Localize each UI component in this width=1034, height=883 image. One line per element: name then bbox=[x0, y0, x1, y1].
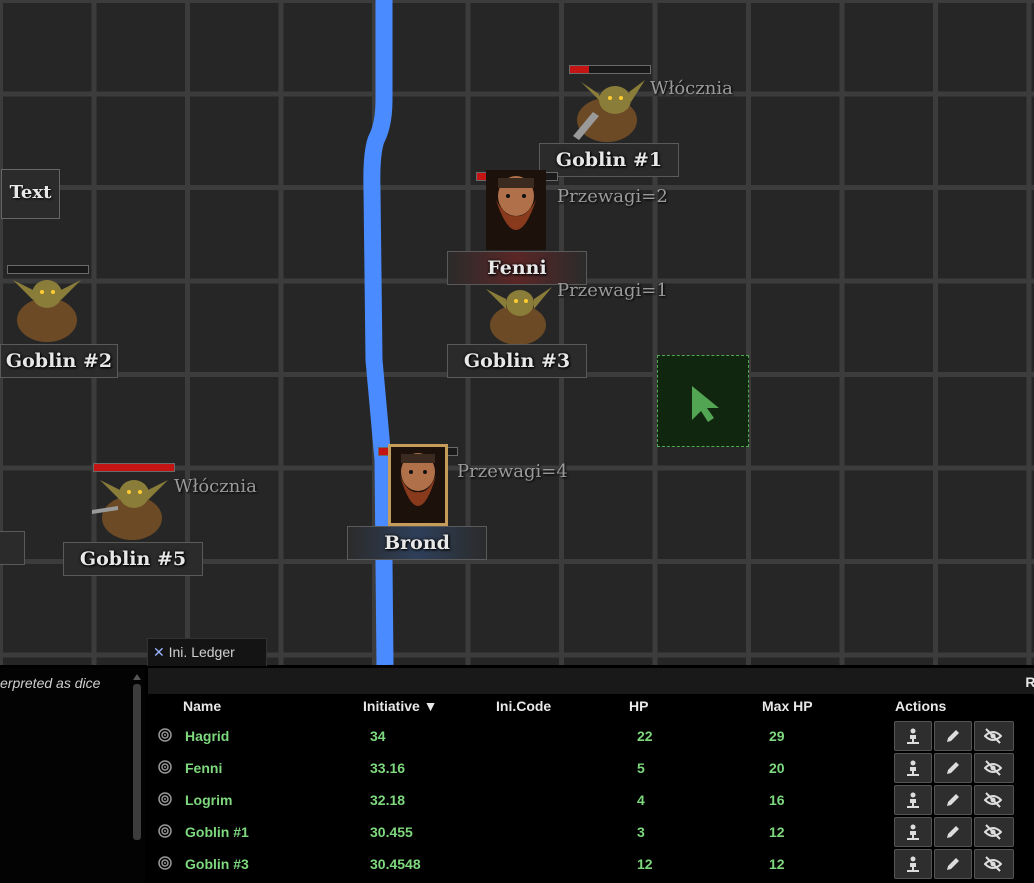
table-row[interactable]: Goblin #3 30.4548 12 12 bbox=[148, 848, 1034, 880]
cell-max-hp[interactable]: 20 bbox=[769, 760, 785, 776]
select-token-button[interactable] bbox=[894, 849, 932, 879]
cell-name[interactable]: Goblin #3 bbox=[185, 856, 249, 872]
header-name[interactable]: Name bbox=[183, 698, 221, 714]
target-icon[interactable] bbox=[158, 856, 172, 870]
header-hp[interactable]: HP bbox=[629, 698, 648, 714]
token-nameplate: Goblin #3 bbox=[447, 344, 587, 378]
edit-button[interactable] bbox=[934, 785, 972, 815]
cell-hp[interactable]: 3 bbox=[637, 824, 645, 840]
token-tag: Przewagi=4 bbox=[457, 461, 568, 482]
edit-button[interactable] bbox=[934, 849, 972, 879]
cell-hp[interactable]: 12 bbox=[637, 856, 653, 872]
cell-name[interactable]: Goblin #1 bbox=[185, 824, 249, 840]
select-token-button[interactable] bbox=[894, 721, 932, 751]
cell-initiative[interactable]: 33.16 bbox=[370, 760, 405, 776]
goblin-portrait-icon bbox=[486, 287, 552, 345]
table-row[interactable]: Goblin #1 30.455 3 12 bbox=[148, 816, 1034, 848]
token-tag: Przewagi=2 bbox=[557, 186, 668, 207]
toolbar-label[interactable]: Ro bbox=[1025, 674, 1034, 690]
select-token-button[interactable] bbox=[894, 753, 932, 783]
offscreen-nameplate[interactable] bbox=[0, 531, 25, 565]
cell-name[interactable]: Fenni bbox=[185, 760, 222, 776]
edit-button[interactable] bbox=[934, 817, 972, 847]
initiative-ledger: Ro Name Initiative ▼ Ini.Code HP Max HP … bbox=[148, 668, 1034, 883]
cell-max-hp[interactable]: 16 bbox=[769, 792, 785, 808]
goblin-portrait-icon bbox=[92, 480, 168, 540]
edit-button[interactable] bbox=[934, 753, 972, 783]
cell-initiative[interactable]: 30.4548 bbox=[370, 856, 421, 872]
cell-initiative[interactable]: 32.18 bbox=[370, 792, 405, 808]
hide-button[interactable] bbox=[974, 849, 1014, 879]
token-nameplate: Goblin #1 bbox=[539, 143, 679, 177]
dwarf-portrait-icon bbox=[486, 170, 546, 250]
select-token-button[interactable] bbox=[894, 785, 932, 815]
token-tag: Przewagi=1 bbox=[557, 280, 668, 301]
cell-hp[interactable]: 5 bbox=[637, 760, 645, 776]
cell-max-hp[interactable]: 12 bbox=[769, 824, 785, 840]
chat-panel[interactable]: erpreted as dice bbox=[0, 668, 145, 883]
cell-name[interactable]: Hagrid bbox=[185, 728, 229, 744]
tab-ini-ledger[interactable]: ✕ Ini. Ledger bbox=[147, 638, 267, 666]
token-tag: Włócznia bbox=[174, 476, 257, 497]
header-initiative[interactable]: Initiative ▼ bbox=[363, 698, 438, 714]
tab-label: Ini. Ledger bbox=[168, 644, 235, 660]
hide-button[interactable] bbox=[974, 785, 1014, 815]
edit-button[interactable] bbox=[934, 721, 972, 751]
token-nameplate: Goblin #2 bbox=[0, 344, 118, 378]
chat-scrollbar[interactable] bbox=[131, 670, 143, 842]
target-icon[interactable] bbox=[158, 792, 172, 806]
token-nameplate: Brond bbox=[347, 526, 487, 560]
cell-max-hp[interactable]: 29 bbox=[769, 728, 785, 744]
hide-button[interactable] bbox=[974, 817, 1014, 847]
target-icon[interactable] bbox=[158, 760, 172, 774]
cell-initiative[interactable]: 34 bbox=[370, 728, 386, 744]
token-tag: Włócznia bbox=[650, 78, 733, 99]
header-max-hp[interactable]: Max HP bbox=[762, 698, 813, 714]
chat-hint: erpreted as dice bbox=[0, 675, 101, 691]
cell-max-hp[interactable]: 12 bbox=[769, 856, 785, 872]
table-row[interactable]: Logrim 32.18 4 16 bbox=[148, 784, 1034, 816]
header-ini-code[interactable]: Ini.Code bbox=[496, 698, 551, 714]
text-token[interactable]: Text bbox=[1, 169, 60, 219]
cell-hp[interactable]: 4 bbox=[637, 792, 645, 808]
select-token-button[interactable] bbox=[894, 817, 932, 847]
token-nameplate: Goblin #5 bbox=[63, 542, 203, 576]
cell-hp[interactable]: 22 bbox=[637, 728, 653, 744]
dwarf-portrait-icon bbox=[388, 444, 448, 526]
goblin-portrait-icon bbox=[13, 280, 81, 342]
cell-initiative[interactable]: 30.455 bbox=[370, 824, 413, 840]
ledger-toolbar: Ro bbox=[148, 668, 1034, 694]
goblin-portrait-icon bbox=[573, 80, 645, 142]
hide-button[interactable] bbox=[974, 753, 1014, 783]
table-row[interactable]: Hagrid 34 22 29 bbox=[148, 720, 1034, 752]
hide-button[interactable] bbox=[974, 721, 1014, 751]
cursor-arrow-icon bbox=[692, 386, 719, 422]
table-row[interactable]: Fenni 33.16 5 20 bbox=[148, 752, 1034, 784]
target-icon[interactable] bbox=[158, 824, 172, 838]
target-icon[interactable] bbox=[158, 728, 172, 742]
header-actions: Actions bbox=[895, 698, 947, 714]
cell-name[interactable]: Logrim bbox=[185, 792, 232, 808]
cursor-tile[interactable] bbox=[657, 355, 749, 447]
battle-map[interactable]: Text Włócznia Goblin #1 Przewagi=2 Fenni bbox=[0, 0, 1034, 665]
close-icon[interactable]: ✕ bbox=[153, 644, 165, 660]
